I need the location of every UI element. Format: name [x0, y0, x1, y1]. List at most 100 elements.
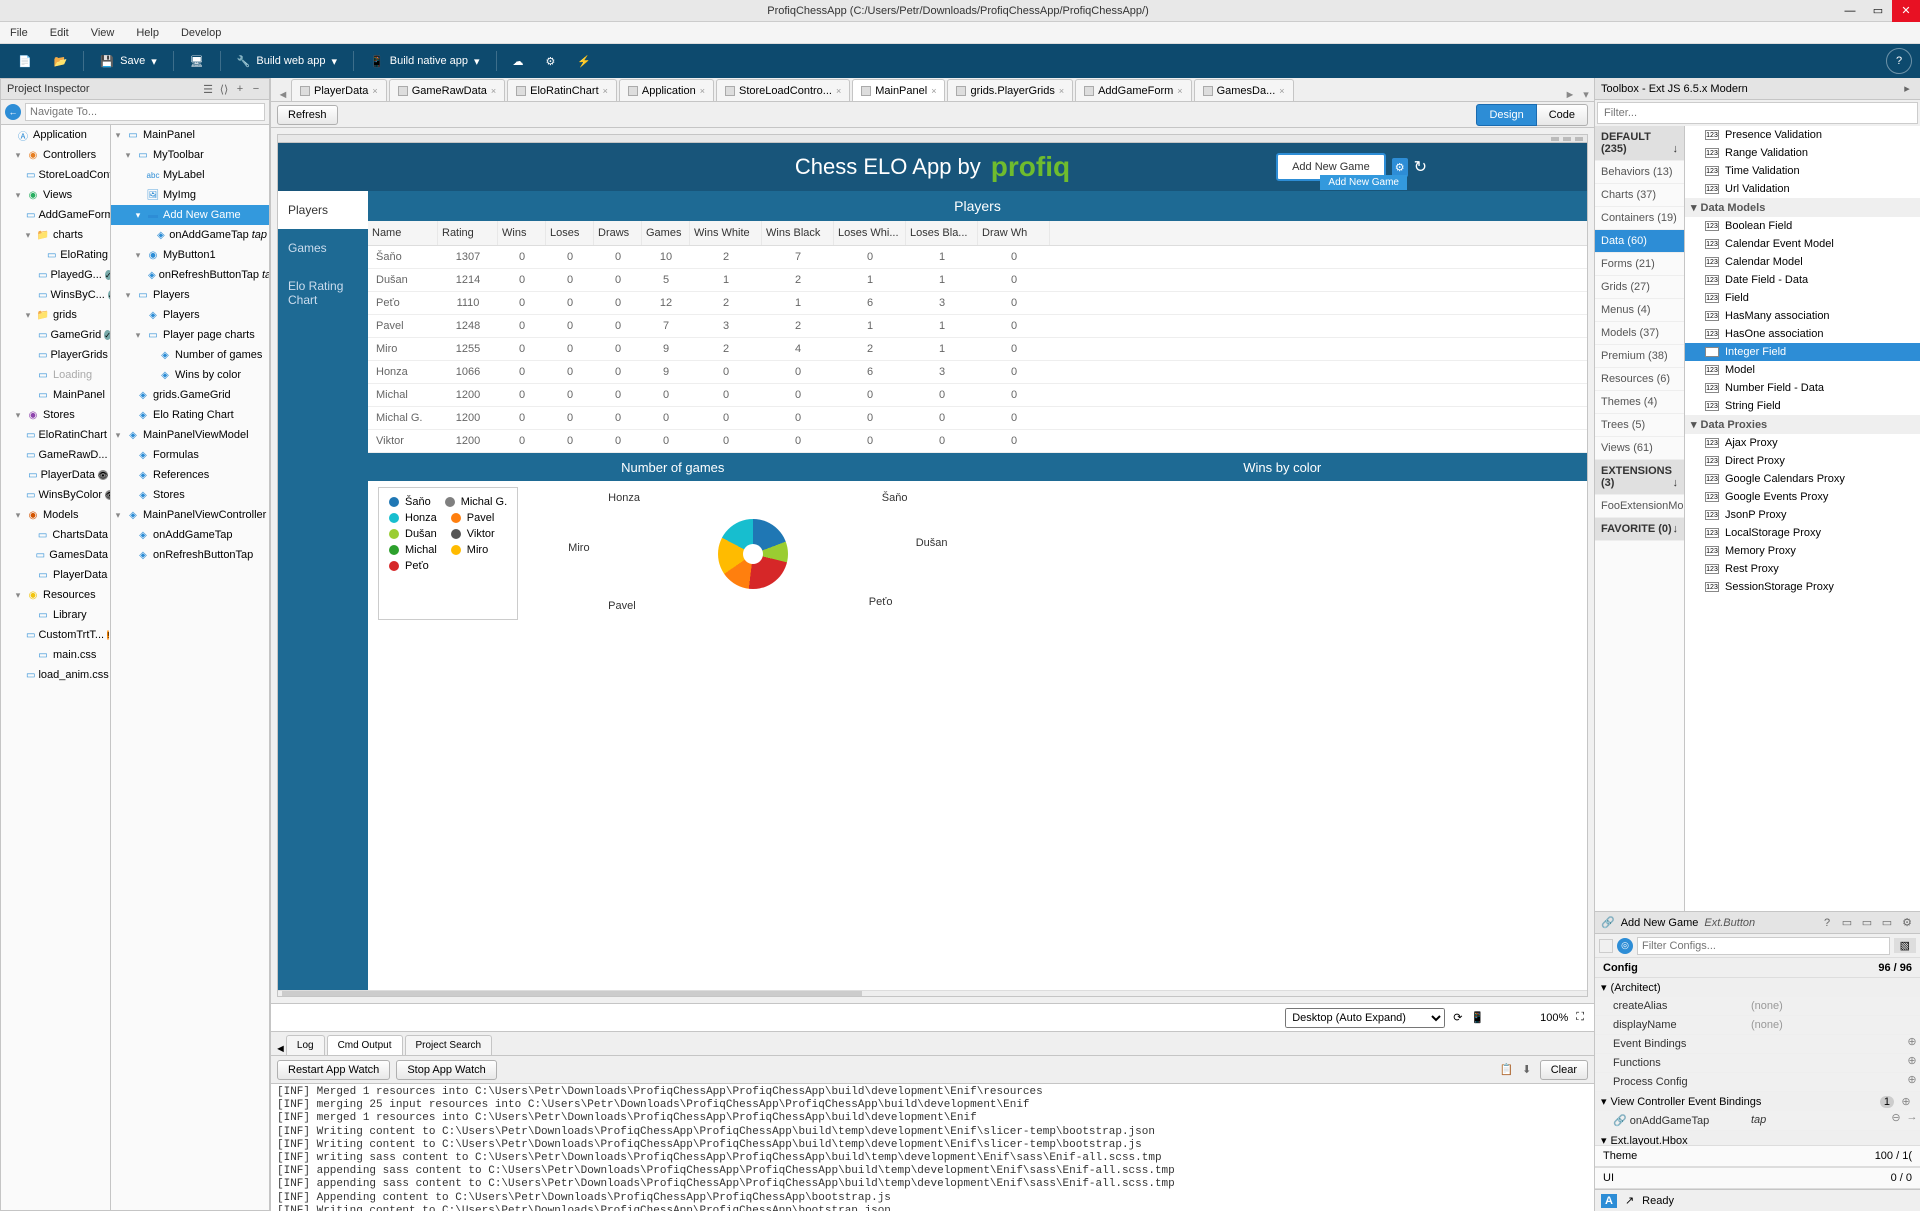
col-header[interactable]: Name	[368, 221, 438, 245]
table-row[interactable]: Šaňo13070001027010	[368, 246, 1587, 269]
help-icon[interactable]: ?	[1820, 916, 1834, 930]
close-icon[interactable]: ×	[372, 86, 377, 96]
category-list[interactable]: DEFAULT (235)↓Behaviors (13)Charts (37)C…	[1595, 126, 1685, 911]
close-icon[interactable]: ×	[1279, 86, 1284, 96]
toolbox-item[interactable]: 123Range Validation	[1685, 144, 1920, 162]
device-select[interactable]: Desktop (Auto Expand)	[1285, 1008, 1445, 1028]
rotate-icon[interactable]: ⟳	[1453, 1011, 1462, 1024]
arrow-icon[interactable]: →	[1904, 1111, 1920, 1130]
output-tab-log[interactable]: Log	[286, 1035, 325, 1055]
category-data[interactable]: Data (60)	[1595, 230, 1684, 253]
tab-addgameform[interactable]: AddGameForm×	[1075, 79, 1191, 101]
col-header[interactable]: Draws	[594, 221, 642, 245]
new-button[interactable]: 📄	[8, 48, 42, 74]
settings-button[interactable]: ⚙	[536, 48, 566, 74]
toolbox-item[interactable]: 123SessionStorage Proxy	[1685, 578, 1920, 596]
category-charts[interactable]: Charts (37)	[1595, 184, 1684, 207]
download-icon[interactable]: ⬇	[1520, 1063, 1534, 1077]
cmd-output[interactable]: [INF] Merged 1 resources into C:\Users\P…	[271, 1084, 1594, 1211]
category-menus[interactable]: Menus (4)	[1595, 299, 1684, 322]
col-header[interactable]: Wins Black	[762, 221, 834, 245]
group-extlayout[interactable]: ▾Ext.layout.Hbox	[1595, 1131, 1920, 1145]
category-themes[interactable]: Themes (4)	[1595, 391, 1684, 414]
gear-icon[interactable]: ⚙	[1900, 916, 1914, 930]
tab-gamesda[interactable]: GamesDa...×	[1194, 79, 1294, 101]
tab-application[interactable]: Application×	[619, 79, 714, 101]
nav-games[interactable]: Games	[278, 229, 368, 267]
close-icon[interactable]: ×	[836, 86, 841, 96]
output-prev-icon[interactable]: ◄	[275, 1043, 286, 1055]
toolbox-item[interactable]: 123Date Field - Data	[1685, 271, 1920, 289]
col-header[interactable]: Wins	[498, 221, 546, 245]
category-containers[interactable]: Containers (19)	[1595, 207, 1684, 230]
copy-icon[interactable]: 📋	[1500, 1063, 1514, 1077]
toolbox-items[interactable]: 123Presence Validation123Range Validatio…	[1685, 126, 1920, 911]
toolbox-item[interactable]: 123Field	[1685, 289, 1920, 307]
toolbox-item[interactable]: 123Calendar Model	[1685, 253, 1920, 271]
toolbox-item[interactable]: 123LocalStorage Proxy	[1685, 524, 1920, 542]
close-icon[interactable]: ×	[1059, 86, 1064, 96]
collapse-icon[interactable]: ▸	[1900, 82, 1914, 96]
navigate-input[interactable]	[25, 103, 265, 121]
col-header[interactable]: Wins White	[690, 221, 762, 245]
close-icon[interactable]: ×	[700, 86, 705, 96]
refresh-icon[interactable]: ↻	[1414, 157, 1427, 177]
category-models[interactable]: Models (37)	[1595, 322, 1684, 345]
toolbox-item[interactable]: 123Url Validation	[1685, 180, 1920, 198]
players-grid[interactable]: NameRatingWinsLosesDrawsGamesWins WhiteW…	[368, 221, 1587, 453]
toolbox-item[interactable]: 123Ajax Proxy	[1685, 434, 1920, 452]
open-button[interactable]: 📂	[44, 48, 78, 74]
tool-icon[interactable]: ▭	[1880, 916, 1894, 930]
tab-next-icon[interactable]: ►	[1562, 89, 1578, 101]
restart-watch-button[interactable]: Restart App Watch	[277, 1060, 390, 1080]
toolbox-item[interactable]: 123JsonP Proxy	[1685, 506, 1920, 524]
code-icon[interactable]: ⟨⟩	[217, 82, 231, 96]
col-header[interactable]: Loses	[546, 221, 594, 245]
category-default[interactable]: DEFAULT (235)↓	[1595, 126, 1684, 161]
table-row[interactable]: Michal1200000000000	[368, 384, 1587, 407]
menu-edit[interactable]: Edit	[44, 25, 75, 41]
toolbox-item[interactable]: 123Number Field - Data	[1685, 379, 1920, 397]
toolbox-item[interactable]: 123Calendar Event Model	[1685, 235, 1920, 253]
refresh-button[interactable]: Refresh	[277, 105, 338, 125]
category-views[interactable]: Views (61)	[1595, 437, 1684, 460]
tab-gamerawdata[interactable]: GameRawData×	[389, 79, 505, 101]
toolbox-item[interactable]: 123String Field	[1685, 397, 1920, 415]
menu-help[interactable]: Help	[130, 25, 165, 41]
close-icon[interactable]: ×	[491, 86, 496, 96]
a-icon[interactable]: A	[1601, 1194, 1617, 1208]
maximize-button[interactable]: ▭	[1864, 0, 1892, 22]
add-icon[interactable]: ⊕	[1904, 1035, 1920, 1053]
col-header[interactable]: Loses Whi...	[834, 221, 906, 245]
list-icon[interactable]: ☰	[201, 82, 215, 96]
gear-icon[interactable]: ⚙	[1392, 158, 1408, 177]
plus-icon[interactable]: +	[233, 82, 247, 96]
clear-button[interactable]: Clear	[1540, 1060, 1588, 1080]
category-resources[interactable]: Resources (6)	[1595, 368, 1684, 391]
toolbox-item[interactable]: 123Memory Proxy	[1685, 542, 1920, 560]
group-data-proxies[interactable]: ▾Data Proxies	[1685, 415, 1920, 434]
category-premium[interactable]: Premium (38)	[1595, 345, 1684, 368]
group-data-models[interactable]: ▾Data Models	[1685, 198, 1920, 217]
table-row[interactable]: Pavel1248000732110	[368, 315, 1587, 338]
minimize-button[interactable]: —	[1836, 0, 1864, 22]
category-forms[interactable]: Forms (21)	[1595, 253, 1684, 276]
menu-develop[interactable]: Develop	[175, 25, 227, 41]
close-button[interactable]: ✕	[1892, 0, 1920, 22]
build-native-button[interactable]: 📱Build native app▾	[360, 48, 490, 74]
toolbox-item[interactable]: 123Boolean Field	[1685, 217, 1920, 235]
nav-elo[interactable]: Elo Rating Chart	[278, 267, 368, 319]
table-row[interactable]: Miro1255000924210	[368, 338, 1587, 361]
checkbox-icon[interactable]	[1599, 939, 1613, 953]
tab-mainpanel[interactable]: MainPanel×	[852, 79, 945, 101]
close-icon[interactable]: ×	[603, 86, 608, 96]
component-tree[interactable]: ▾▭MainPanel ▾▭MyToolbar abcMyLabel 🖼MyIm…	[111, 125, 269, 1210]
toolbox-filter[interactable]	[1597, 102, 1918, 124]
preview-button[interactable]: 🖥	[180, 48, 214, 74]
toolbox-item[interactable]: 123HasOne association	[1685, 325, 1920, 343]
table-row[interactable]: Peťo11100001221630	[368, 292, 1587, 315]
tab-storeloadcontro[interactable]: StoreLoadContro...×	[716, 79, 850, 101]
expand-icon[interactable]: ⛶	[1576, 1011, 1584, 1024]
tab-menu-icon[interactable]: ▾	[1578, 88, 1594, 101]
tab-gridsplayergrids[interactable]: grids.PlayerGrids×	[947, 79, 1073, 101]
